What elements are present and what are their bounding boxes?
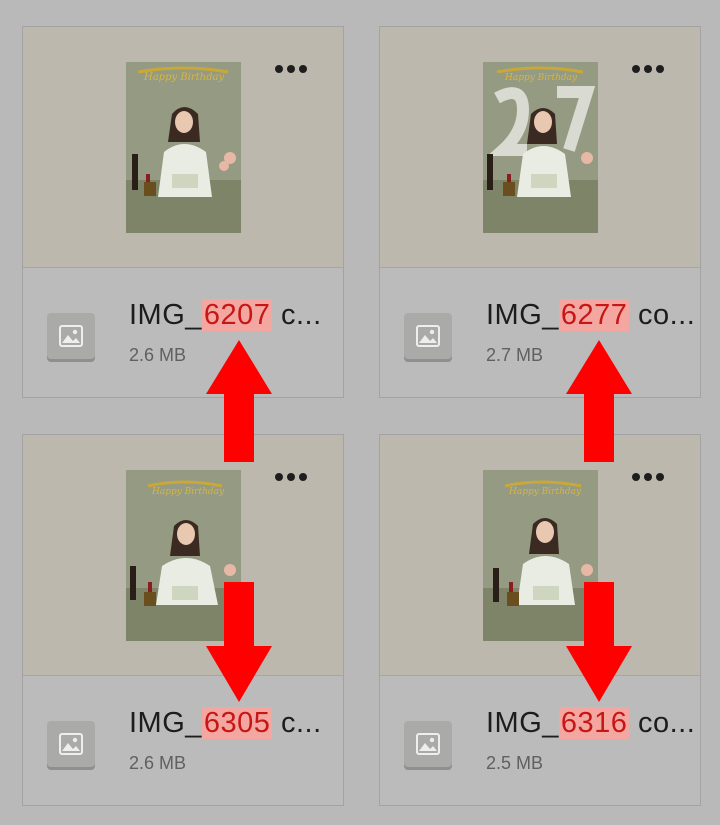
- more-dot: [275, 65, 283, 73]
- svg-text:Happy Birthday: Happy Birthday: [504, 73, 578, 83]
- file-card[interactable]: Happy Birthday IMG_6207 c... 2.6 MB: [22, 26, 344, 398]
- file-name-prefix: IMG_: [486, 299, 559, 331]
- file-size: 2.5 MB: [486, 753, 544, 773]
- file-card[interactable]: Happy Birthday IMG_6305 c... 2.6 MB: [22, 434, 344, 806]
- more-dot: [632, 65, 640, 73]
- thumbnail-area[interactable]: Happy Birthday: [23, 435, 343, 676]
- photo-thumbnail: Happy Birthday: [483, 62, 598, 233]
- image-file-icon: [47, 721, 95, 767]
- thumbnail-area[interactable]: Happy Birthday: [380, 435, 700, 676]
- more-dot: [644, 473, 652, 481]
- more-dot: [656, 473, 664, 481]
- file-name-prefix: IMG_: [486, 707, 559, 739]
- more-dot: [287, 473, 295, 481]
- more-options-button[interactable]: [275, 473, 307, 481]
- file-card[interactable]: Happy Birthday IMG_6316 co... 2.5 MB: [379, 434, 701, 806]
- file-name-suffix: c...: [272, 707, 322, 739]
- up-arrow-icon: [566, 340, 632, 462]
- file-card[interactable]: Happy Birthday IMG_6277 co... 2.7 MB: [379, 26, 701, 398]
- more-dot: [275, 473, 283, 481]
- more-options-button[interactable]: [632, 473, 664, 481]
- more-dot: [644, 65, 652, 73]
- more-options-button[interactable]: [632, 65, 664, 73]
- image-file-icon: [404, 313, 452, 359]
- up-arrow-icon: [206, 340, 272, 462]
- svg-text:Happy Birthday: Happy Birthday: [143, 72, 224, 83]
- file-name-suffix: co...: [629, 299, 696, 331]
- file-name: IMG_6207 c...: [129, 299, 322, 332]
- file-name-suffix: c...: [272, 299, 322, 331]
- image-file-icon: [404, 721, 452, 767]
- file-name: IMG_6316 co...: [486, 707, 695, 740]
- svg-text:Happy Birthday: Happy Birthday: [508, 487, 582, 497]
- photo-illustration: Happy Birthday: [126, 62, 241, 233]
- photo-illustration: Happy Birthday: [483, 62, 598, 233]
- file-size: 2.6 MB: [129, 345, 187, 365]
- file-number-highlight: 6277: [558, 299, 630, 331]
- more-dot: [299, 473, 307, 481]
- photo-thumbnail: Happy Birthday: [126, 62, 241, 233]
- file-number-highlight: 6316: [558, 707, 630, 739]
- file-name-suffix: co...: [629, 707, 696, 739]
- more-dot: [632, 473, 640, 481]
- svg-text:Happy Birthday: Happy Birthday: [151, 487, 225, 497]
- down-arrow-icon: [206, 582, 272, 702]
- more-options-button[interactable]: [275, 65, 307, 73]
- file-name-prefix: IMG_: [129, 299, 202, 331]
- thumbnail-area[interactable]: Happy Birthday: [380, 27, 700, 268]
- thumbnail-area[interactable]: Happy Birthday: [23, 27, 343, 268]
- down-arrow-icon: [566, 582, 632, 702]
- file-name: IMG_6305 c...: [129, 707, 322, 740]
- more-dot: [299, 65, 307, 73]
- file-size: 2.6 MB: [129, 753, 187, 773]
- more-dot: [656, 65, 664, 73]
- file-size: 2.7 MB: [486, 345, 544, 365]
- more-dot: [287, 65, 295, 73]
- image-file-icon: [47, 313, 95, 359]
- file-name: IMG_6277 co...: [486, 299, 695, 332]
- file-number-highlight: 6207: [201, 299, 273, 331]
- file-number-highlight: 6305: [201, 707, 273, 739]
- file-name-prefix: IMG_: [129, 707, 202, 739]
